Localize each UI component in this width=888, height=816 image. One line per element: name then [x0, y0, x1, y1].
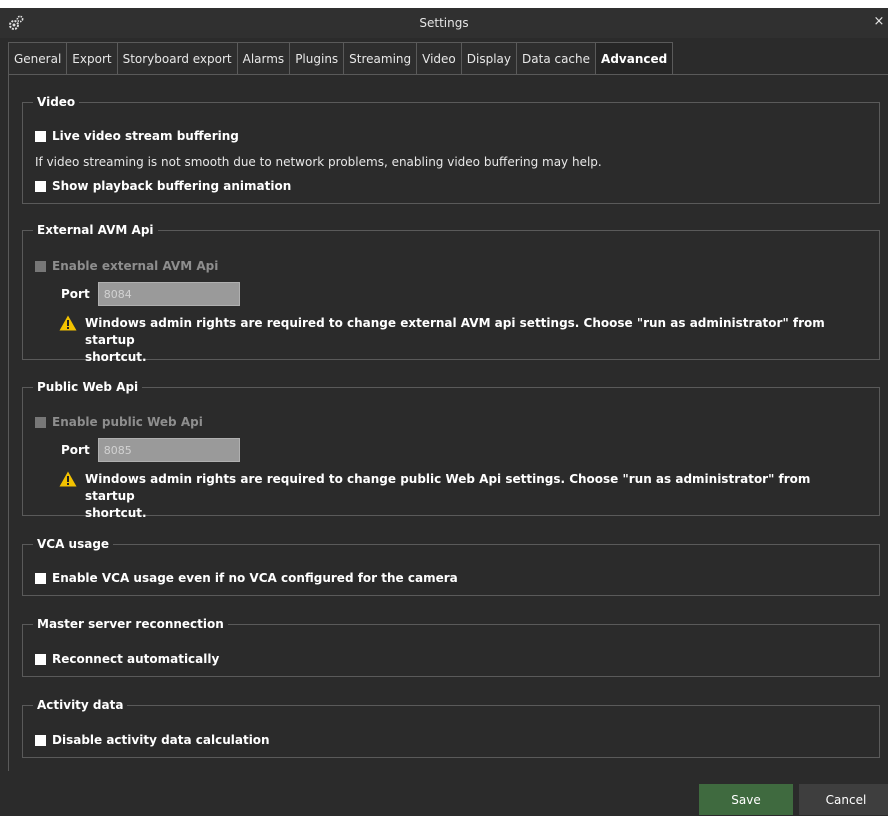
- external-avm-group-title: External AVM Api: [33, 222, 158, 238]
- buffering-hint: If video streaming is not smooth due to …: [35, 155, 602, 169]
- enable-public-web-option[interactable]: Enable public Web Api: [35, 415, 203, 429]
- vca-usage-checkbox[interactable]: [35, 572, 46, 584]
- enable-public-web-label: Enable public Web Api: [52, 415, 203, 429]
- video-group-title: Video: [33, 94, 80, 110]
- tab-alarms[interactable]: Alarms: [237, 42, 291, 74]
- dialog-footer: Save Cancel: [0, 771, 888, 816]
- video-group: Video Live video stream buffering If vid…: [22, 94, 880, 204]
- external-avm-warning: Windows admin rights are required to cha…: [59, 315, 859, 366]
- vca-group-title: VCA usage: [33, 536, 114, 552]
- playback-animation-label: Show playback buffering animation: [52, 179, 292, 193]
- public-web-group-title: Public Web Api: [33, 379, 143, 395]
- gears-icon: [8, 15, 24, 31]
- playback-animation-checkbox[interactable]: [35, 180, 46, 192]
- disable-activity-label: Disable activity data calculation: [52, 733, 270, 747]
- enable-external-avm-option[interactable]: Enable external AVM Api: [35, 259, 218, 273]
- public-web-port-input[interactable]: [97, 438, 240, 462]
- tab-data-cache[interactable]: Data cache: [517, 42, 597, 74]
- tab-export[interactable]: Export: [67, 42, 118, 74]
- playback-animation-option[interactable]: Show playback buffering animation: [35, 179, 291, 193]
- enable-external-avm-checkbox[interactable]: [35, 260, 46, 272]
- external-avm-group: External AVM Api Enable external AVM Api…: [22, 222, 880, 364]
- tab-general[interactable]: General: [8, 42, 68, 74]
- warning-icon: [59, 471, 77, 487]
- external-avm-port-input[interactable]: [97, 282, 240, 306]
- public-web-warning: Windows admin rights are required to cha…: [59, 471, 859, 522]
- cancel-button[interactable]: Cancel: [799, 784, 888, 815]
- public-web-port-row: Port: [61, 438, 240, 462]
- public-web-port-label: Port: [61, 443, 90, 457]
- external-avm-port-row: Port: [61, 282, 240, 306]
- tab-video[interactable]: Video: [417, 42, 462, 74]
- live-buffering-label: Live video stream buffering: [52, 129, 239, 143]
- title-bar: Settings ×: [0, 8, 888, 38]
- tab-display[interactable]: Display: [461, 42, 518, 74]
- save-button[interactable]: Save: [699, 784, 793, 815]
- tab-advanced[interactable]: Advanced: [596, 42, 674, 75]
- reconnect-option[interactable]: Reconnect automatically: [35, 652, 219, 666]
- reconnect-label: Reconnect automatically: [52, 652, 220, 666]
- tab-storyboard-export[interactable]: Storyboard export: [117, 42, 238, 74]
- external-avm-warning-line2: shortcut.: [85, 350, 147, 364]
- top-strip: [0, 0, 888, 8]
- disable-activity-checkbox[interactable]: [35, 734, 46, 746]
- live-buffering-checkbox[interactable]: [35, 130, 46, 142]
- tab-streaming[interactable]: Streaming: [344, 42, 418, 74]
- reconnect-checkbox[interactable]: [35, 653, 46, 665]
- live-buffering-option[interactable]: Live video stream buffering: [35, 129, 239, 143]
- warning-icon: [59, 315, 77, 331]
- enable-public-web-checkbox[interactable]: [35, 416, 46, 428]
- master-reconnection-group-title: Master server reconnection: [33, 616, 228, 632]
- disable-activity-option[interactable]: Disable activity data calculation: [35, 733, 270, 747]
- window-title: Settings: [419, 16, 469, 30]
- public-web-warning-line2: shortcut.: [85, 506, 147, 520]
- vca-group: VCA usage Enable VCA usage even if no VC…: [22, 536, 880, 596]
- vca-usage-option[interactable]: Enable VCA usage even if no VCA configur…: [35, 571, 458, 585]
- activity-data-group-title: Activity data: [33, 697, 128, 713]
- external-avm-port-label: Port: [61, 287, 90, 301]
- close-icon[interactable]: ×: [872, 14, 886, 32]
- vca-usage-label: Enable VCA usage even if no VCA configur…: [52, 571, 458, 585]
- master-reconnection-group: Master server reconnection Reconnect aut…: [22, 616, 880, 677]
- public-web-warning-line1: Windows admin rights are required to cha…: [85, 472, 811, 503]
- activity-data-group: Activity data Disable activity data calc…: [22, 697, 880, 758]
- enable-external-avm-label: Enable external AVM Api: [52, 259, 219, 273]
- public-web-group: Public Web Api Enable public Web Api Por…: [22, 379, 880, 520]
- tab-plugins[interactable]: Plugins: [290, 42, 345, 74]
- external-avm-warning-line1: Windows admin rights are required to cha…: [85, 316, 825, 347]
- tab-bar: General Export Storyboard export Alarms …: [8, 42, 674, 75]
